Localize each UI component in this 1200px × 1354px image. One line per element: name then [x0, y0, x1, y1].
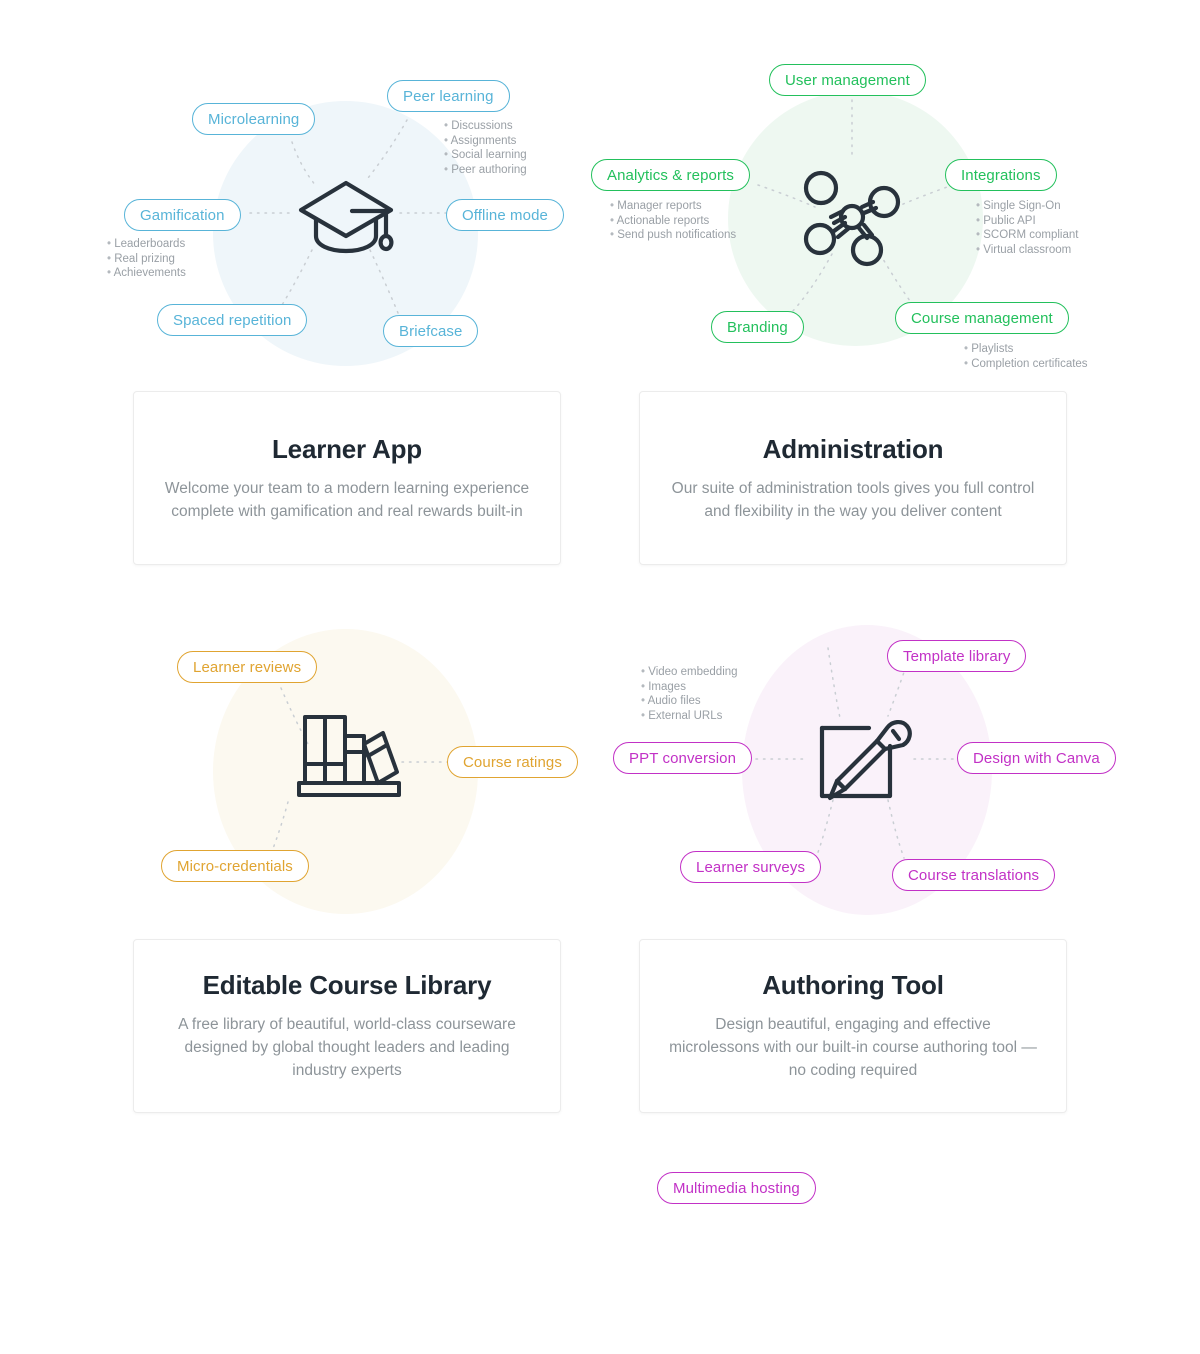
card-title: Administration [762, 433, 944, 464]
pill-template-library[interactable]: Template library [887, 640, 1027, 672]
card-description: Our suite of administration tools gives … [671, 479, 1035, 520]
list-item: Single Sign-On [976, 199, 1078, 214]
card-title: Editable Course Library [202, 970, 492, 1000]
bullets-peer-learning: Discussions Assignments Social learning … [444, 119, 527, 177]
card-learner-app: Learner App Welcome your team to a moder… [133, 391, 561, 565]
bullets-integrations: Single Sign-On Public API SCORM complian… [976, 199, 1078, 257]
list-item: Completion certificates [964, 357, 1087, 372]
list-item: Peer authoring [444, 163, 526, 178]
pill-branding[interactable]: Branding [711, 311, 804, 343]
pill-micro-credentials[interactable]: Micro-credentials [161, 850, 309, 882]
list-item: Leaderboards [107, 237, 186, 252]
pill-peer-learning[interactable]: Peer learning [387, 80, 510, 112]
pill-design-with-canva[interactable]: Design with Canva [957, 742, 1116, 774]
pencil-square-icon [807, 720, 913, 1354]
pill-multimedia-hosting[interactable]: Multimedia hosting [657, 1172, 816, 1204]
graduation-cap-icon [294, 172, 398, 256]
bullets-multimedia-hosting: Video embedding Images Audio files Exter… [641, 665, 738, 723]
card-administration: Administration Our suite of administrati… [639, 391, 1067, 565]
pill-course-ratings[interactable]: Course ratings [447, 746, 578, 778]
list-item: Actionable reports [610, 214, 736, 229]
pill-gamification[interactable]: Gamification [124, 199, 241, 231]
bullets-gamification: Leaderboards Real prizing Achievements [107, 237, 186, 281]
card-title: Learner App [272, 433, 422, 464]
card-description: A free library of beautiful, world-class… [178, 1016, 516, 1079]
card-description: Design beautiful, engaging and effective… [669, 1016, 1037, 1079]
bullets-course-management: Playlists Completion certificates [964, 342, 1088, 372]
card-authoring-tool: Authoring Tool Design beautiful, engagin… [639, 939, 1067, 1113]
pill-offline-mode[interactable]: Offline mode [446, 199, 564, 231]
list-item: Manager reports [610, 199, 736, 214]
list-item: Real prizing [107, 252, 186, 267]
pill-course-translations[interactable]: Course translations [892, 859, 1056, 891]
pill-ppt-conversion[interactable]: PPT conversion [613, 742, 753, 774]
list-item: SCORM compliant [976, 228, 1078, 243]
card-title: Authoring Tool [762, 970, 944, 1000]
pill-briefcase[interactable]: Briefcase [383, 315, 479, 347]
feature-overview-page: Peer learning Microlearning Gamification… [0, 0, 1200, 1204]
list-item: Images [641, 680, 738, 695]
pill-integrations[interactable]: Integrations [945, 159, 1057, 191]
pill-learner-reviews[interactable]: Learner reviews [177, 651, 318, 683]
pill-course-management[interactable]: Course management [895, 302, 1069, 334]
list-item: Discussions [444, 119, 527, 134]
pill-learner-surveys[interactable]: Learner surveys [680, 851, 822, 883]
list-item: Social learning [444, 148, 527, 163]
network-nodes-icon [800, 165, 904, 267]
list-item: Video embedding [641, 665, 737, 680]
list-item: Send push notifications [610, 228, 736, 243]
list-item: Virtual classroom [976, 243, 1078, 258]
list-item: Playlists [964, 342, 1088, 357]
pill-spaced-repetition[interactable]: Spaced repetition [157, 304, 308, 336]
card-editable-course-library: Editable Course Library A free library o… [133, 939, 561, 1113]
list-item: Audio files [641, 694, 738, 709]
pill-user-management[interactable]: User management [769, 64, 926, 96]
pill-microlearning[interactable]: Microlearning [192, 103, 316, 135]
list-item: Achievements [107, 266, 186, 281]
pill-analytics-reports[interactable]: Analytics & reports [591, 159, 750, 191]
list-item: Public API [976, 214, 1078, 229]
list-item: External URLs [641, 709, 738, 724]
list-item: Assignments [444, 134, 527, 149]
card-description: Welcome your team to a modern learning e… [164, 479, 530, 520]
bullets-analytics: Manager reports Actionable reports Send … [610, 199, 737, 243]
books-shelf-icon [296, 715, 402, 1348]
